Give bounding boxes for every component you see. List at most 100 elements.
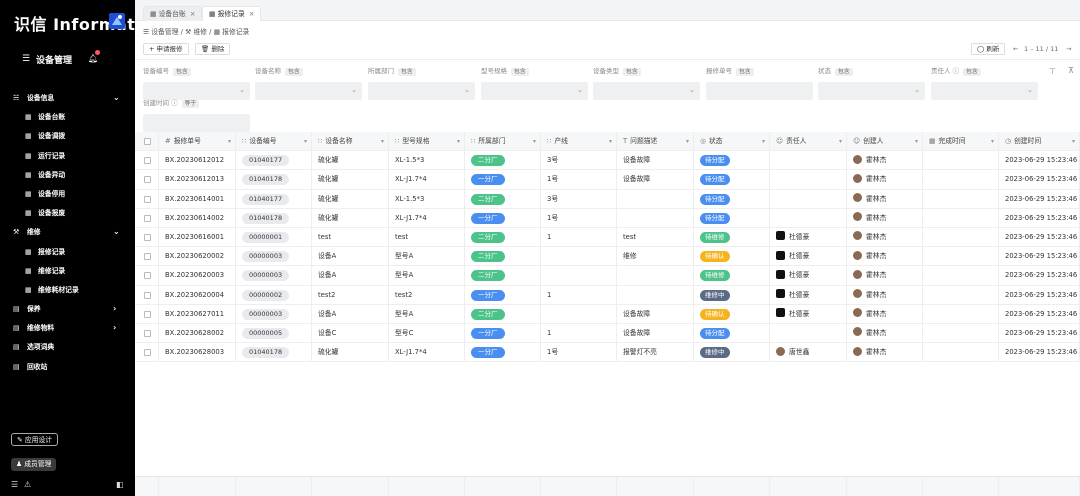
filter-input[interactable]: ⌄ [255,82,362,100]
row-checkbox[interactable] [144,253,151,261]
app-design-button[interactable]: ✎ 应用设计 [11,433,59,446]
chevron-down-icon[interactable]: ▾ [304,132,307,151]
chevron-icon[interactable]: › [113,304,116,313]
filter-operator-tag[interactable]: 包含 [736,68,754,76]
nav-maintenance[interactable]: ▤ 保养 › [0,300,135,319]
nav-equipment-transfer[interactable]: ▦ 设备调拨 [0,127,135,146]
chevron-icon[interactable]: ⌄ [113,227,120,236]
chevron-icon[interactable]: ⌄ [113,93,120,102]
row-checkbox[interactable] [144,349,151,357]
column-header[interactable]: ▦ 完成时间 ▾ [923,132,999,152]
tab-repair-records[interactable]: ▦ 报修记录 × [202,6,262,21]
row-checkbox[interactable] [144,291,151,299]
row-checkbox[interactable] [144,329,151,337]
filter-input[interactable] [706,82,813,100]
nav-equipment-disable[interactable]: ▦ 设备停用 [0,185,135,204]
chevron-down-icon[interactable]: ▾ [609,132,612,151]
member-management-button[interactable]: ♟ 成员管理 [11,458,57,471]
nav-equipment-change[interactable]: ▦ 设备异动 [0,166,135,185]
nav-option-dictionary[interactable]: ▤ 选项词典 [0,338,135,357]
column-header[interactable]: ∷ 设备名称 ▾ [312,132,389,152]
pager-next-icon[interactable]: → [1066,45,1071,53]
chevron-down-icon[interactable]: ▾ [228,132,231,151]
chevron-down-icon[interactable]: ▾ [839,132,842,151]
column-header[interactable]: ◷ 创建时间 ▾ [999,132,1080,152]
filter-input[interactable]: ⌄ [481,82,588,100]
nav-repair-consumables[interactable]: ▦ 维修耗材记录 [0,281,135,300]
column-header[interactable]: ∷ 产线 ▾ [541,132,617,152]
filter-operator-tag[interactable]: 包含 [173,68,191,76]
table-row[interactable]: BX.20230612013 01040178 硫化罐 XL-J1.7*4 一分厂 1号 设… [135,170,1080,190]
chevron-down-icon[interactable]: ▾ [533,132,536,151]
table-row[interactable]: BX.20230628003 01040178 硫化罐 XL-J1.7*4 一分厂 1号 报… [135,343,1080,363]
chevron-down-icon[interactable]: ▾ [381,132,384,151]
column-header[interactable]: # 报修单号 ▾ [159,132,236,152]
filter-icon[interactable]: ⊤ [1049,67,1056,76]
filter-operator-tag[interactable]: 包含 [835,68,853,76]
column-header[interactable]: ☺ 责任人 ▾ [770,132,847,152]
column-header[interactable]: ☺ 创建人 ▾ [847,132,923,152]
table-row[interactable]: BX.20230612012 01040177 硫化罐 XL-1.5*3 二分厂 3号 设备… [135,151,1080,171]
column-header[interactable]: ◎ 状态 ▾ [694,132,770,152]
chevron-down-icon[interactable]: ▾ [991,132,994,151]
collapse-sidebar-icon[interactable]: ◧ [116,480,124,489]
chevron-down-icon[interactable]: ▾ [457,132,460,151]
filter-input[interactable]: ⌄ [368,82,475,100]
nav-equipment-scrap[interactable]: ▦ 设备报废 [0,204,135,223]
row-checkbox[interactable] [144,176,151,184]
filter-operator-tag[interactable]: 包含 [511,68,529,76]
filter-operator-tag[interactable]: 包含 [285,68,303,76]
breadcrumb-item-repair[interactable]: 维修 [193,28,207,36]
table-row[interactable]: BX.20230620003 00000003 设备A 型号A 二分厂 待维修 杜德豪 霍林杰… [135,266,1080,286]
chevron-down-icon[interactable]: ▾ [1072,132,1075,151]
nav-run-records[interactable]: ▦ 运行记录 [0,147,135,166]
close-icon[interactable]: × [249,10,255,18]
clear-filter-icon[interactable]: ⊼ [1068,66,1074,75]
filter-input[interactable] [143,114,250,132]
table-row[interactable]: BX.20230620004 00000002 test2 test2 一分厂 1 维修中 杜… [135,285,1080,305]
row-checkbox[interactable] [144,157,151,165]
chevron-down-icon[interactable]: ▾ [762,132,765,151]
refresh-button[interactable]: ◯ 刷新 [971,43,1006,55]
pager-prev-icon[interactable]: ← [1013,45,1018,53]
row-checkbox[interactable] [144,310,151,318]
warning-icon[interactable]: ⚠ [24,480,31,489]
table-row[interactable]: BX.20230620002 00000003 设备A 型号A 二分厂 维修 待确认 杜德豪 霍… [135,247,1080,267]
delete-button[interactable]: 🗑︎ 删除 [195,43,231,55]
chevron-down-icon[interactable]: ▾ [915,132,918,151]
column-header[interactable]: ∷ 型号规格 ▾ [389,132,465,152]
row-checkbox[interactable] [144,272,151,280]
nav-repair[interactable]: ⚒ 维修 ⌄ [0,223,135,242]
filter-operator-tag[interactable]: 包含 [623,68,641,76]
breadcrumb-item-equipment[interactable]: 设备管理 [151,28,178,36]
menu-icon[interactable]: ☰ [11,480,18,489]
close-icon[interactable]: × [190,10,196,18]
tab-equipment-ledger[interactable]: ▦ 设备台账 × [143,6,203,21]
nav-repair-materials[interactable]: ▤ 维修物料 › [0,319,135,338]
nav-equipment-info[interactable]: ☵ 设备信息 ⌄ [0,89,135,108]
bell-icon[interactable]: 🔔︎ [88,54,98,63]
table-row[interactable]: BX.20230628002 00000005 设备C 型号C 一分厂 1 设备故障 待分配 霍… [135,323,1080,344]
row-checkbox[interactable] [144,195,151,203]
column-header[interactable]: ∷ 设备编号 ▾ [236,132,312,152]
nav-repair-requests[interactable]: ▦ 报修记录 [0,243,135,262]
row-checkbox[interactable] [144,214,151,222]
select-all-checkbox[interactable] [144,138,151,145]
row-checkbox[interactable] [144,233,151,241]
column-header[interactable]: ∷ 所属部门 ▾ [465,132,541,152]
filter-operator-tag[interactable]: 等于 [181,100,200,108]
module-title[interactable]: ☰ 设备管理 [22,53,72,66]
filter-input[interactable]: ⌄ [593,82,700,100]
nav-recycle-bin[interactable]: ▤ 回收站 [0,358,135,377]
filter-operator-tag[interactable]: 包含 [963,68,981,76]
chevron-icon[interactable]: › [113,323,116,332]
table-row[interactable]: BX.20230627011 00000003 设备A 型号A 二分厂 设备故障 待确认 杜德… [135,304,1080,324]
nav-repair-records[interactable]: ▦ 维修记录 [0,262,135,281]
chevron-down-icon[interactable]: ▾ [686,132,689,151]
add-repair-button[interactable]: + 申请报修 [143,43,189,55]
column-header[interactable]: T 问题描述 ▾ [617,132,694,152]
filter-input[interactable]: ⌄ [931,82,1038,100]
table-row[interactable]: BX.20230616001 00000001 test test 二分厂 1 test 待维… [135,227,1080,248]
nav-equipment-ledger[interactable]: ▦ 设备台账 [0,108,135,127]
filter-input[interactable]: ⌄ [818,82,925,100]
